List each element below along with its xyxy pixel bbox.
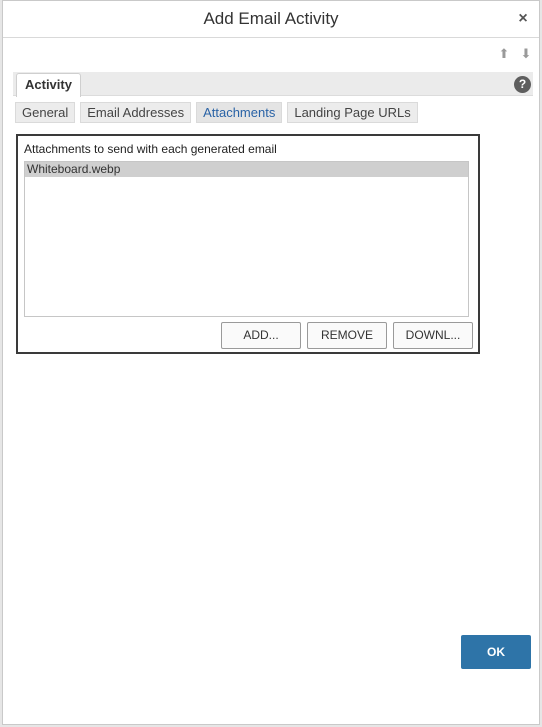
attachments-label: Attachments to send with each generated … xyxy=(24,142,277,156)
arrow-down-icon[interactable]: ⬇ xyxy=(519,47,533,61)
download-attachment-button[interactable]: DOWNL... xyxy=(393,322,473,349)
tab-activity[interactable]: Activity xyxy=(16,73,81,97)
subtab-landing-page-urls[interactable]: Landing Page URLs xyxy=(287,102,418,123)
subtab-email-addresses[interactable]: Email Addresses xyxy=(80,102,192,123)
arrow-up-icon[interactable]: ⬆ xyxy=(497,47,511,61)
dialog-title: Add Email Activity xyxy=(203,9,339,28)
attachments-panel: Attachments to send with each generated … xyxy=(16,134,480,354)
ok-button[interactable]: OK xyxy=(461,635,531,669)
subtab-attachments[interactable]: Attachments xyxy=(196,102,283,123)
remove-attachment-button[interactable]: REMOVE xyxy=(307,322,387,349)
record-navigation: ⬆ ⬇ xyxy=(497,47,533,61)
attachment-buttons: ADD... REMOVE DOWNL... xyxy=(221,322,473,349)
subtab-general[interactable]: General xyxy=(15,102,76,123)
subtab-bar: General Email Addresses Attachments Land… xyxy=(15,102,418,123)
dialog-title-bar: Add Email Activity × xyxy=(3,1,539,38)
help-icon[interactable]: ? xyxy=(514,76,531,93)
list-item[interactable]: Whiteboard.webp xyxy=(25,162,468,177)
close-icon[interactable]: × xyxy=(515,10,531,28)
activity-tab-strip: Activity ? xyxy=(13,72,533,97)
add-attachment-button[interactable]: ADD... xyxy=(221,322,301,349)
attachments-list[interactable]: Whiteboard.webp xyxy=(24,161,469,317)
add-email-activity-dialog: Add Email Activity × ⬆ ⬇ Activity ? Gene… xyxy=(2,0,540,725)
